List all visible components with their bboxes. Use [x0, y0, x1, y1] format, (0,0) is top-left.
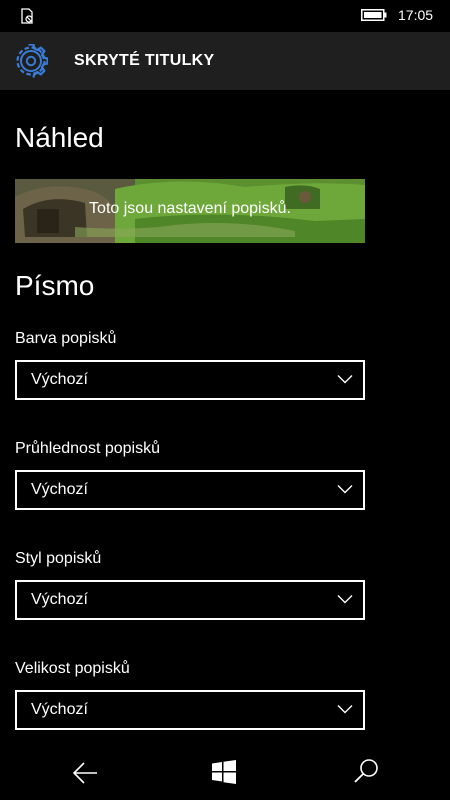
preview-caption: Toto jsou nastavení popisků. — [89, 200, 291, 217]
caption-color-value: Výchozí — [31, 371, 88, 388]
caption-size-label: Velikost popisků — [15, 660, 130, 677]
chevron-down-icon — [337, 375, 353, 384]
font-heading: Písmo — [15, 270, 95, 301]
settings-content: Náhled Toto jsou nastavení popisků. Písm… — [0, 90, 450, 746]
caption-preview-image: Toto jsou nastavení popisků. — [15, 179, 365, 243]
caption-style-label: Styl popisků — [15, 550, 102, 567]
caption-size-value: Výchozí — [31, 701, 88, 718]
caption-style-dropdown[interactable]: Výchozí — [15, 580, 365, 620]
caption-opacity-label: Průhlednost popisků — [15, 440, 160, 457]
search-icon[interactable] — [353, 758, 379, 784]
caption-opacity-dropdown[interactable]: Výchozí — [15, 470, 365, 510]
chevron-down-icon — [337, 595, 353, 604]
caption-opacity-value: Výchozí — [31, 481, 88, 498]
caption-size-dropdown[interactable]: Výchozí — [15, 690, 365, 730]
battery-icon — [361, 9, 387, 21]
status-bar: 17:05 — [0, 0, 450, 32]
caption-style-value: Výchozí — [31, 591, 88, 608]
windows-start-icon[interactable] — [212, 760, 236, 784]
caption-color-label: Barva popisků — [15, 330, 117, 347]
page-title: SKRYTÉ TITULKY — [74, 52, 215, 69]
gear-icon — [16, 44, 48, 78]
caption-color-dropdown[interactable]: Výchozí — [15, 360, 365, 400]
back-arrow-icon[interactable] — [72, 761, 98, 785]
app-header: SKRYTÉ TITULKY — [0, 32, 450, 90]
chevron-down-icon — [337, 485, 353, 494]
chevron-down-icon — [337, 705, 353, 714]
notification-icon — [21, 8, 33, 24]
preview-heading: Náhled — [15, 122, 104, 153]
navigation-bar — [0, 746, 450, 800]
status-time: 17:05 — [398, 7, 434, 23]
